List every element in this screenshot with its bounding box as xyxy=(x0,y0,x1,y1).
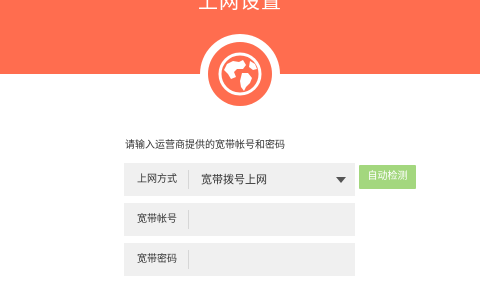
chevron-down-icon[interactable] xyxy=(336,177,346,183)
account-input[interactable] xyxy=(190,203,349,236)
password-divider xyxy=(188,250,189,269)
connection-type-label: 上网方式 xyxy=(137,174,177,185)
password-row: 宽带密码 xyxy=(124,243,355,276)
connection-type-row[interactable]: 上网方式 宽带拨号上网 xyxy=(124,163,355,196)
account-row: 宽带帐号 xyxy=(124,203,355,236)
account-divider xyxy=(188,210,189,229)
connection-type-divider xyxy=(188,170,189,189)
auto-detect-button[interactable]: 自动检测 xyxy=(359,165,416,189)
connection-type-select[interactable]: 宽带拨号上网 xyxy=(201,163,267,196)
header-title: 上网设置 xyxy=(150,0,330,11)
account-label: 宽带帐号 xyxy=(137,214,177,225)
password-label: 宽带密码 xyxy=(137,254,177,265)
page: 上网设置 请输入运营商提供的宽带帐号和密码 上网方式 宽带拨号上网 自动检测 宽… xyxy=(0,0,480,300)
globe-icon xyxy=(200,34,280,114)
password-input[interactable] xyxy=(190,243,349,276)
form-prompt: 请输入运营商提供的宽带帐号和密码 xyxy=(125,140,285,151)
